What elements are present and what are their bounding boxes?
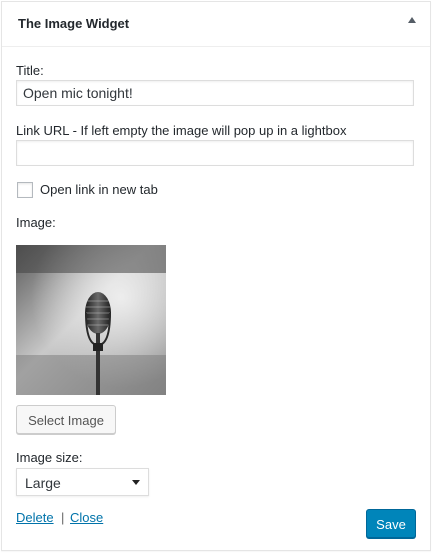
save-button[interactable]: Save xyxy=(366,509,416,538)
widget-title: The Image Widget xyxy=(18,16,130,31)
chevron-down-icon xyxy=(132,480,140,485)
microphone-image xyxy=(16,245,166,395)
open-new-tab-checkbox[interactable] xyxy=(17,182,33,198)
link-url-input[interactable] xyxy=(16,140,414,166)
close-link[interactable]: Close xyxy=(70,510,103,525)
widget-header[interactable]: The Image Widget xyxy=(2,2,430,47)
select-image-button[interactable]: Select Image xyxy=(16,405,116,434)
link-separator: | xyxy=(61,510,65,525)
image-label: Image: xyxy=(16,215,56,230)
image-size-value: Large xyxy=(25,475,61,491)
title-label: Title: xyxy=(16,63,44,78)
image-size-label: Image size: xyxy=(16,450,83,465)
image-size-select[interactable]: Large xyxy=(16,468,149,496)
link-url-label: Link URL - If left empty the image will … xyxy=(16,123,347,138)
collapse-arrow-icon[interactable] xyxy=(408,17,416,23)
delete-link[interactable]: Delete xyxy=(16,510,54,525)
open-new-tab-label[interactable]: Open link in new tab xyxy=(40,182,158,197)
image-preview xyxy=(16,245,166,395)
title-input[interactable] xyxy=(16,80,414,106)
